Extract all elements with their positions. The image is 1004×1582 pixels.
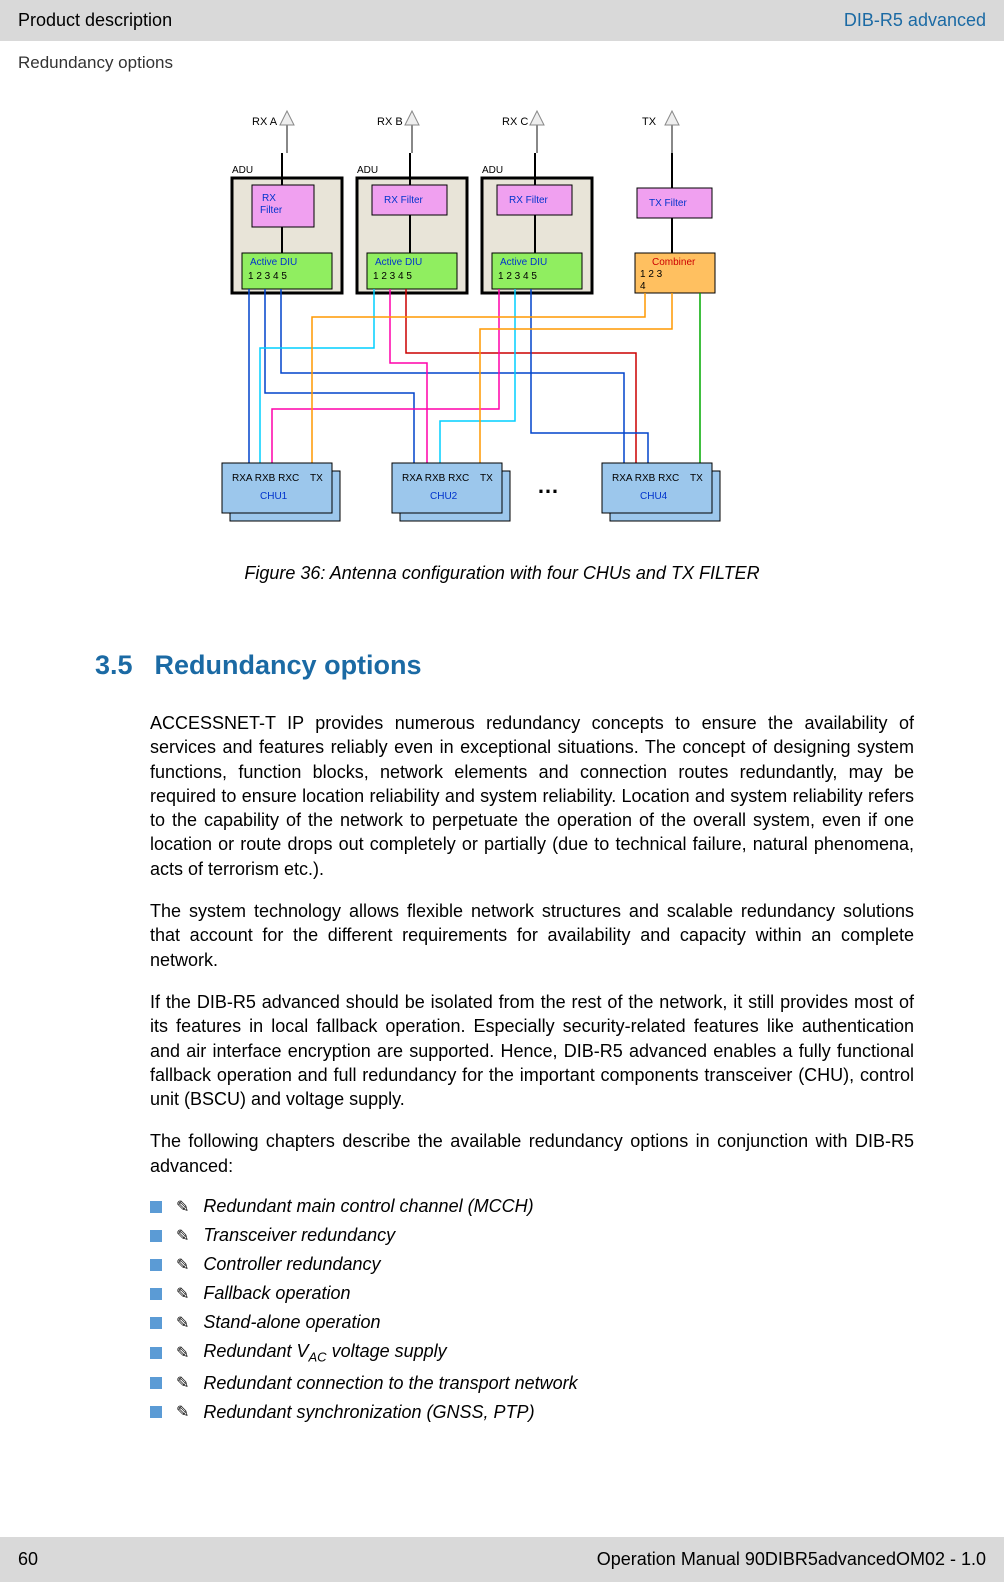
link-icon: ✎ bbox=[176, 1313, 189, 1333]
header-right: DIB-R5 advanced bbox=[844, 10, 986, 31]
page-number: 60 bbox=[18, 1549, 38, 1570]
diu-ports-2: 1 2 3 4 5 bbox=[373, 271, 412, 282]
antenna-label-rxb: RX B bbox=[377, 116, 403, 128]
antenna-label-rxa: RX A bbox=[252, 116, 278, 128]
antenna-label-rxc: RX C bbox=[502, 116, 528, 128]
bullet-icon bbox=[150, 1230, 162, 1242]
doc-id: Operation Manual 90DIBR5advancedOM02 - 1… bbox=[597, 1549, 986, 1570]
figure-diagram: RX A RX B RX C TX ADU RX Filter Active D… bbox=[152, 93, 852, 553]
bullet-icon bbox=[150, 1288, 162, 1300]
figure-caption: Figure 36: Antenna configuration with fo… bbox=[0, 563, 1004, 584]
bullet-icon bbox=[150, 1406, 162, 1418]
active-diu-2: Active DIU bbox=[375, 257, 422, 268]
diu-ports-3: 1 2 3 4 5 bbox=[498, 271, 537, 282]
paragraph-1: ACCESSNET-T IP provides numerous redunda… bbox=[150, 711, 914, 881]
chu4-tx: TX bbox=[690, 473, 703, 484]
list-item: ✎ Redundant main control channel (MCCH) bbox=[150, 1196, 914, 1217]
chu2-rx: RXA RXB RXC bbox=[402, 473, 469, 484]
diu-ports-1: 1 2 3 4 5 bbox=[248, 271, 287, 282]
rx-filter-1: RX bbox=[262, 193, 276, 204]
link-icon: ✎ bbox=[176, 1373, 189, 1393]
list-item: ✎ Stand-alone operation bbox=[150, 1312, 914, 1333]
chu1-tx: TX bbox=[310, 473, 323, 484]
combiner-ports-top: 1 2 3 bbox=[640, 269, 663, 280]
page-footer-bar: 60 Operation Manual 90DIBR5advancedOM02 … bbox=[0, 1537, 1004, 1582]
link-icon: ✎ bbox=[176, 1343, 189, 1363]
bullet-icon bbox=[150, 1377, 162, 1389]
subheader: Redundancy options bbox=[0, 41, 1004, 73]
redundancy-list: ✎ Redundant main control channel (MCCH) … bbox=[150, 1196, 914, 1423]
list-text: Transceiver redundancy bbox=[203, 1225, 395, 1246]
chu2-tx: TX bbox=[480, 473, 493, 484]
chu1-rx: RXA RXB RXC bbox=[232, 473, 299, 484]
active-diu-1: Active DIU bbox=[250, 257, 297, 268]
link-icon: ✎ bbox=[176, 1402, 189, 1422]
header-left: Product description bbox=[18, 10, 172, 31]
adu-label-3: ADU bbox=[482, 165, 503, 176]
paragraph-4: The following chapters describe the avai… bbox=[150, 1129, 914, 1178]
ellipsis: … bbox=[537, 473, 559, 498]
bullet-icon bbox=[150, 1201, 162, 1213]
section-title: Redundancy options bbox=[155, 650, 422, 681]
chu2-label: CHU2 bbox=[430, 491, 458, 502]
list-item: ✎ Fallback operation bbox=[150, 1283, 914, 1304]
antenna-label-tx: TX bbox=[642, 116, 657, 128]
link-icon: ✎ bbox=[176, 1226, 189, 1246]
link-icon: ✎ bbox=[176, 1284, 189, 1304]
chu4-label: CHU4 bbox=[640, 491, 668, 502]
list-text: Redundant VAC voltage supply bbox=[203, 1341, 446, 1365]
link-icon: ✎ bbox=[176, 1197, 189, 1217]
rx-filter-2: RX Filter bbox=[384, 195, 424, 206]
adu-label-1: ADU bbox=[232, 165, 253, 176]
list-text: Controller redundancy bbox=[203, 1254, 380, 1275]
page-header-bar: Product description DIB-R5 advanced bbox=[0, 0, 1004, 41]
list-item: ✎ Transceiver redundancy bbox=[150, 1225, 914, 1246]
list-text: Fallback operation bbox=[203, 1283, 350, 1304]
bullet-icon bbox=[150, 1259, 162, 1271]
combiner-label: Combiner bbox=[652, 257, 696, 268]
bullet-icon bbox=[150, 1347, 162, 1359]
bullet-icon bbox=[150, 1317, 162, 1329]
list-text: Redundant synchronization (GNSS, PTP) bbox=[203, 1402, 534, 1423]
list-text: Redundant connection to the transport ne… bbox=[203, 1373, 577, 1394]
adu-label-2: ADU bbox=[357, 165, 378, 176]
list-item: ✎ Redundant VAC voltage supply bbox=[150, 1341, 914, 1365]
list-item: ✎ Redundant synchronization (GNSS, PTP) bbox=[150, 1402, 914, 1423]
list-text: Stand-alone operation bbox=[203, 1312, 380, 1333]
svg-text:Filter: Filter bbox=[260, 205, 283, 216]
rx-filter-3: RX Filter bbox=[509, 195, 549, 206]
active-diu-3: Active DIU bbox=[500, 257, 547, 268]
chu1-label: CHU1 bbox=[260, 491, 288, 502]
list-item: ✎ Controller redundancy bbox=[150, 1254, 914, 1275]
combiner-ports-bot: 4 bbox=[640, 281, 646, 292]
chu4-rx: RXA RXB RXC bbox=[612, 473, 679, 484]
list-text: Redundant main control channel (MCCH) bbox=[203, 1196, 533, 1217]
paragraph-3: If the DIB-R5 advanced should be isolate… bbox=[150, 990, 914, 1111]
link-icon: ✎ bbox=[176, 1255, 189, 1275]
section-heading: 3.5 Redundancy options bbox=[95, 650, 1004, 681]
list-item: ✎ Redundant connection to the transport … bbox=[150, 1373, 914, 1394]
paragraph-2: The system technology allows flexible ne… bbox=[150, 899, 914, 972]
tx-filter: TX Filter bbox=[649, 198, 687, 209]
section-number: 3.5 bbox=[95, 650, 133, 681]
